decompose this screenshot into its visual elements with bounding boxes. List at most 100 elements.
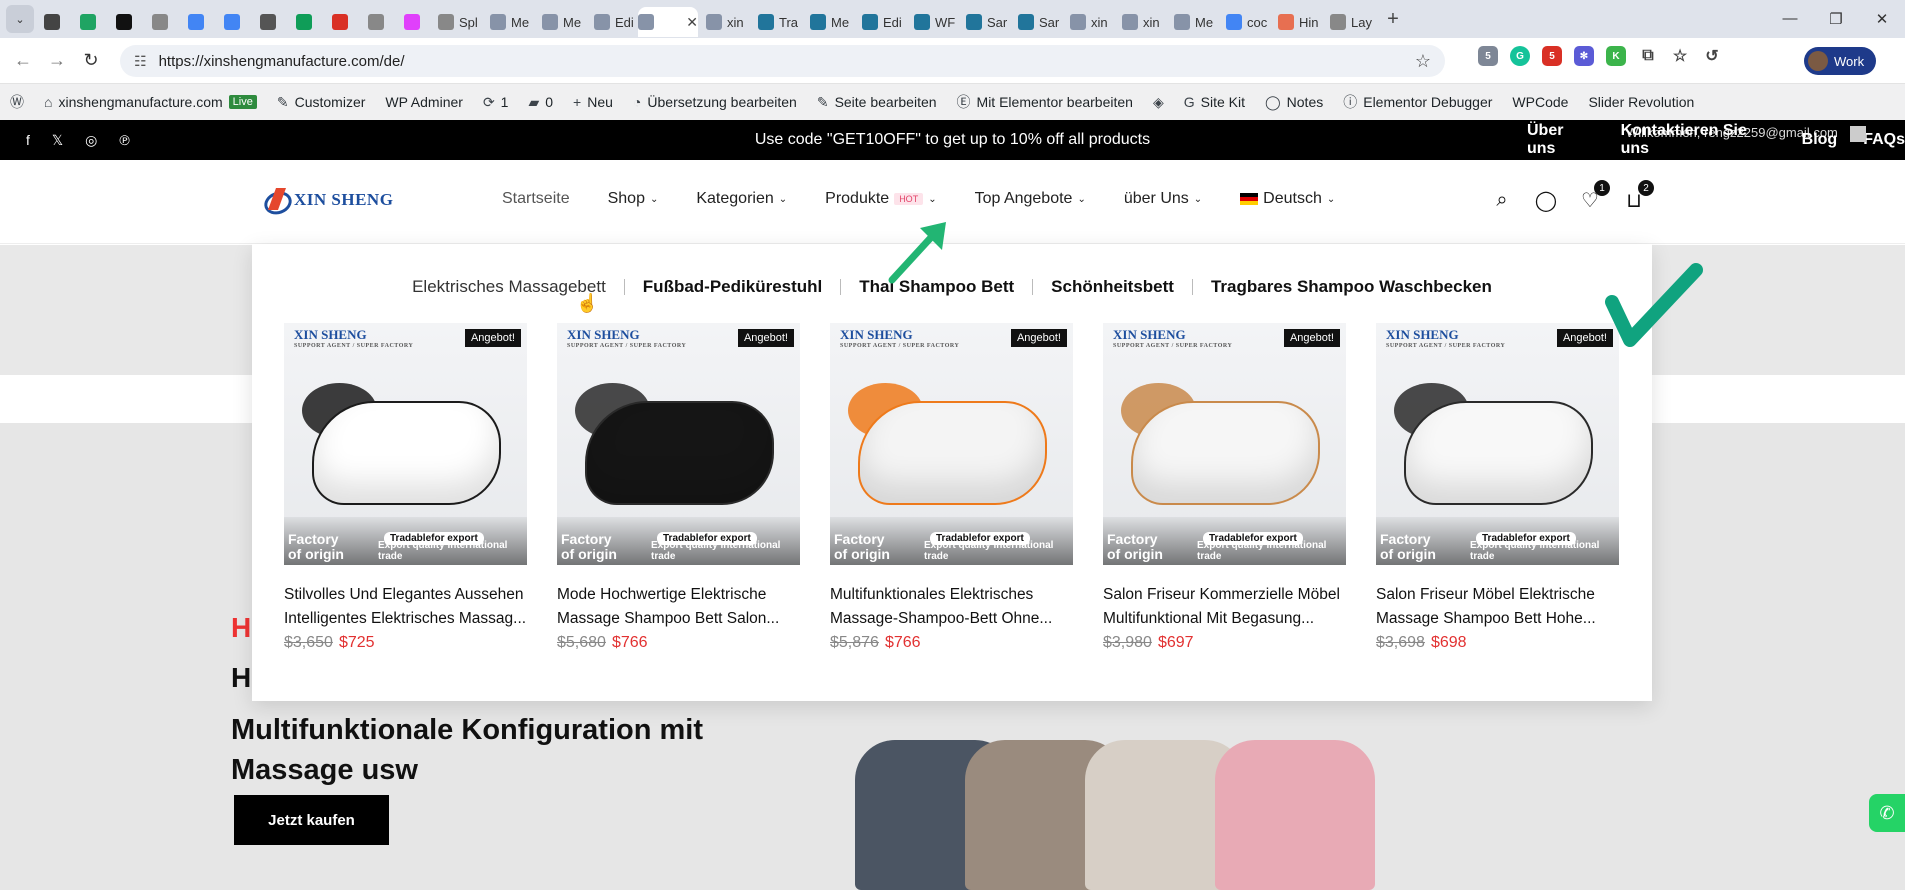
- account-icon[interactable]: ◯: [1534, 188, 1558, 212]
- search-icon[interactable]: ⌕: [1490, 188, 1514, 212]
- subcat-portable-shampoo-basin[interactable]: Tragbares Shampoo Waschbecken: [1193, 277, 1510, 297]
- grammarly-icon[interactable]: G: [1510, 46, 1530, 66]
- browser-tab[interactable]: WF: [906, 7, 958, 37]
- wp-adminer-link[interactable]: WP Adminer: [375, 94, 473, 110]
- slider-revolution-link[interactable]: Slider Revolution: [1578, 94, 1704, 110]
- url-omnibox[interactable]: ☷ https://xinshengmanufacture.com/de/ ☆: [120, 45, 1445, 77]
- forward-icon[interactable]: →: [40, 50, 74, 71]
- minimize-icon[interactable]: —: [1767, 10, 1813, 28]
- product-image[interactable]: XIN SHENG SUPPORT AGENT / SUPER FACTORY An…: [1376, 323, 1619, 565]
- browser-tab[interactable]: xin: [1062, 7, 1114, 37]
- browser-tab[interactable]: Spl: [430, 7, 482, 37]
- browser-tab[interactable]: xin: [1114, 7, 1166, 37]
- elementor-edit-link[interactable]: Ⓔ Mit Elementor bearbeiten: [947, 92, 1143, 112]
- browser-tab[interactable]: [394, 7, 430, 37]
- nav-categories[interactable]: Kategorien ⌄: [696, 190, 787, 208]
- browser-tab[interactable]: Edi: [854, 7, 906, 37]
- product-card[interactable]: XIN SHENG SUPPORT AGENT / SUPER FACTORY An…: [1103, 323, 1346, 655]
- product-card[interactable]: XIN SHENG SUPPORT AGENT / SUPER FACTORY An…: [830, 323, 1073, 655]
- diamond-link[interactable]: ◈: [1143, 94, 1174, 111]
- browser-tab[interactable]: [142, 7, 178, 37]
- browser-tab[interactable]: xin: [698, 7, 750, 37]
- updates-link[interactable]: ⟳ 1: [473, 94, 519, 111]
- product-card[interactable]: XIN SHENG SUPPORT AGENT / SUPER FACTORY An…: [284, 323, 527, 655]
- product-image[interactable]: XIN SHENG SUPPORT AGENT / SUPER FACTORY An…: [1103, 323, 1346, 565]
- translate-link[interactable]: ◔ Übersetzung bearbeiten: [623, 94, 807, 110]
- browser-tab[interactable]: Edi: [586, 7, 638, 37]
- close-tab-icon[interactable]: ✕: [686, 14, 698, 31]
- nav-products[interactable]: Produkte HOT ⌄: [825, 190, 936, 208]
- product-title[interactable]: Multifunktionales Elektrisches Massage-Sh…: [830, 583, 1073, 631]
- comments-link[interactable]: ▰ 0: [518, 94, 563, 111]
- puzzle-icon[interactable]: ⧉: [1638, 46, 1658, 66]
- wishlist-icon[interactable]: ♡ 1: [1578, 180, 1610, 212]
- profile-button[interactable]: Work: [1804, 47, 1876, 75]
- close-window-icon[interactable]: ✕: [1859, 10, 1905, 28]
- top-link-faqs[interactable]: FAQs: [1863, 131, 1905, 149]
- restore-icon[interactable]: ❐: [1813, 10, 1859, 28]
- wpcode-link[interactable]: WPCode: [1502, 94, 1578, 110]
- browser-tab[interactable]: Me: [802, 7, 854, 37]
- notes-link[interactable]: ◯ Notes: [1255, 94, 1333, 111]
- hero-shop-button[interactable]: Jetzt kaufen: [234, 795, 389, 845]
- browser-tab[interactable]: [178, 7, 214, 37]
- browser-tab[interactable]: [70, 7, 106, 37]
- browser-tab[interactable]: [250, 7, 286, 37]
- browser-tab[interactable]: [286, 7, 322, 37]
- tab-search-button[interactable]: ⌄: [6, 5, 34, 33]
- extension-icon[interactable]: ✻: [1574, 46, 1594, 66]
- browser-tab[interactable]: [34, 7, 70, 37]
- subcat-beauty-bed[interactable]: Schönheitsbett: [1033, 277, 1192, 297]
- browser-tab[interactable]: Me: [534, 7, 586, 37]
- nav-offers[interactable]: Top Angebote ⌄: [975, 190, 1086, 208]
- nav-shop[interactable]: Shop ⌄: [608, 190, 659, 208]
- bookmarks-icon[interactable]: ☆: [1670, 46, 1690, 66]
- subcat-foot-spa-pedicure-chair[interactable]: Fußbad-Pediküre­stuhl: [625, 277, 840, 297]
- new-tab-button[interactable]: +: [1378, 8, 1408, 31]
- browser-tab[interactable]: Lay: [1322, 7, 1374, 37]
- whatsapp-icon[interactable]: ✆: [1869, 794, 1905, 832]
- edit-page-link[interactable]: ✎ Seite bearbeiten: [807, 94, 947, 111]
- browser-tab[interactable]: Hin: [1270, 7, 1322, 37]
- browser-tab[interactable]: coc: [1218, 7, 1270, 37]
- extension-icon[interactable]: 5: [1542, 46, 1562, 66]
- extension-icon[interactable]: 5: [1478, 46, 1498, 66]
- product-title[interactable]: Mode Hochwertige Elektrische Massage Sham…: [557, 583, 800, 631]
- product-title[interactable]: Salon Friseur Kommerzielle Möbel Multifun…: [1103, 583, 1346, 631]
- site-logo[interactable]: XIN SHENG: [262, 188, 393, 212]
- browser-tab[interactable]: Tra: [750, 7, 802, 37]
- product-image[interactable]: XIN SHENG SUPPORT AGENT / SUPER FACTORY An…: [557, 323, 800, 565]
- nav-home[interactable]: Startseite: [502, 190, 570, 208]
- debugger-link[interactable]: ⓘ Elementor Debugger: [1333, 92, 1502, 112]
- browser-tab[interactable]: Sar: [1010, 7, 1062, 37]
- new-content-link[interactable]: + Neu: [563, 94, 623, 110]
- history-icon[interactable]: ↺: [1702, 46, 1722, 66]
- product-image[interactable]: XIN SHENG SUPPORT AGENT / SUPER FACTORY An…: [830, 323, 1073, 565]
- reload-icon[interactable]: ↻: [74, 50, 108, 71]
- product-title[interactable]: Stilvolles Und Elegantes Aussehen Intelli…: [284, 583, 527, 631]
- customizer-link[interactable]: ✎ Customizer: [267, 94, 376, 111]
- product-image[interactable]: XIN SHENG SUPPORT AGENT / SUPER FACTORY An…: [284, 323, 527, 565]
- nav-about[interactable]: über Uns ⌄: [1124, 190, 1202, 208]
- browser-tab[interactable]: Sar: [958, 7, 1010, 37]
- browser-tab[interactable]: [322, 7, 358, 37]
- product-title[interactable]: Salon Friseur Möbel Elektrische Massage S…: [1376, 583, 1619, 631]
- browser-tab[interactable]: Me: [1166, 7, 1218, 37]
- nav-language[interactable]: Deutsch ⌄: [1240, 190, 1335, 208]
- product-card[interactable]: XIN SHENG SUPPORT AGENT / SUPER FACTORY An…: [557, 323, 800, 655]
- browser-tab[interactable]: Me: [482, 7, 534, 37]
- wp-logo-button[interactable]: Ⓦ: [0, 92, 34, 112]
- site-info-icon[interactable]: ☷: [134, 53, 147, 70]
- site-kit-link[interactable]: G Site Kit: [1174, 94, 1255, 110]
- browser-tab[interactable]: [106, 7, 142, 37]
- extension-icon[interactable]: K: [1606, 46, 1626, 66]
- browser-tab[interactable]: [358, 7, 394, 37]
- browser-tab[interactable]: [214, 7, 250, 37]
- product-card[interactable]: XIN SHENG SUPPORT AGENT / SUPER FACTORY An…: [1376, 323, 1619, 655]
- top-link-about[interactable]: Über uns: [1527, 122, 1595, 158]
- bookmark-star-icon[interactable]: ☆: [1415, 51, 1431, 72]
- user-avatar-icon[interactable]: [1850, 126, 1866, 142]
- wp-site-link[interactable]: ⌂ xinshengmanufacture.com Live: [34, 94, 267, 110]
- cart-icon[interactable]: ⊔ 2: [1622, 180, 1654, 212]
- browser-tab[interactable]: ✕: [638, 7, 698, 37]
